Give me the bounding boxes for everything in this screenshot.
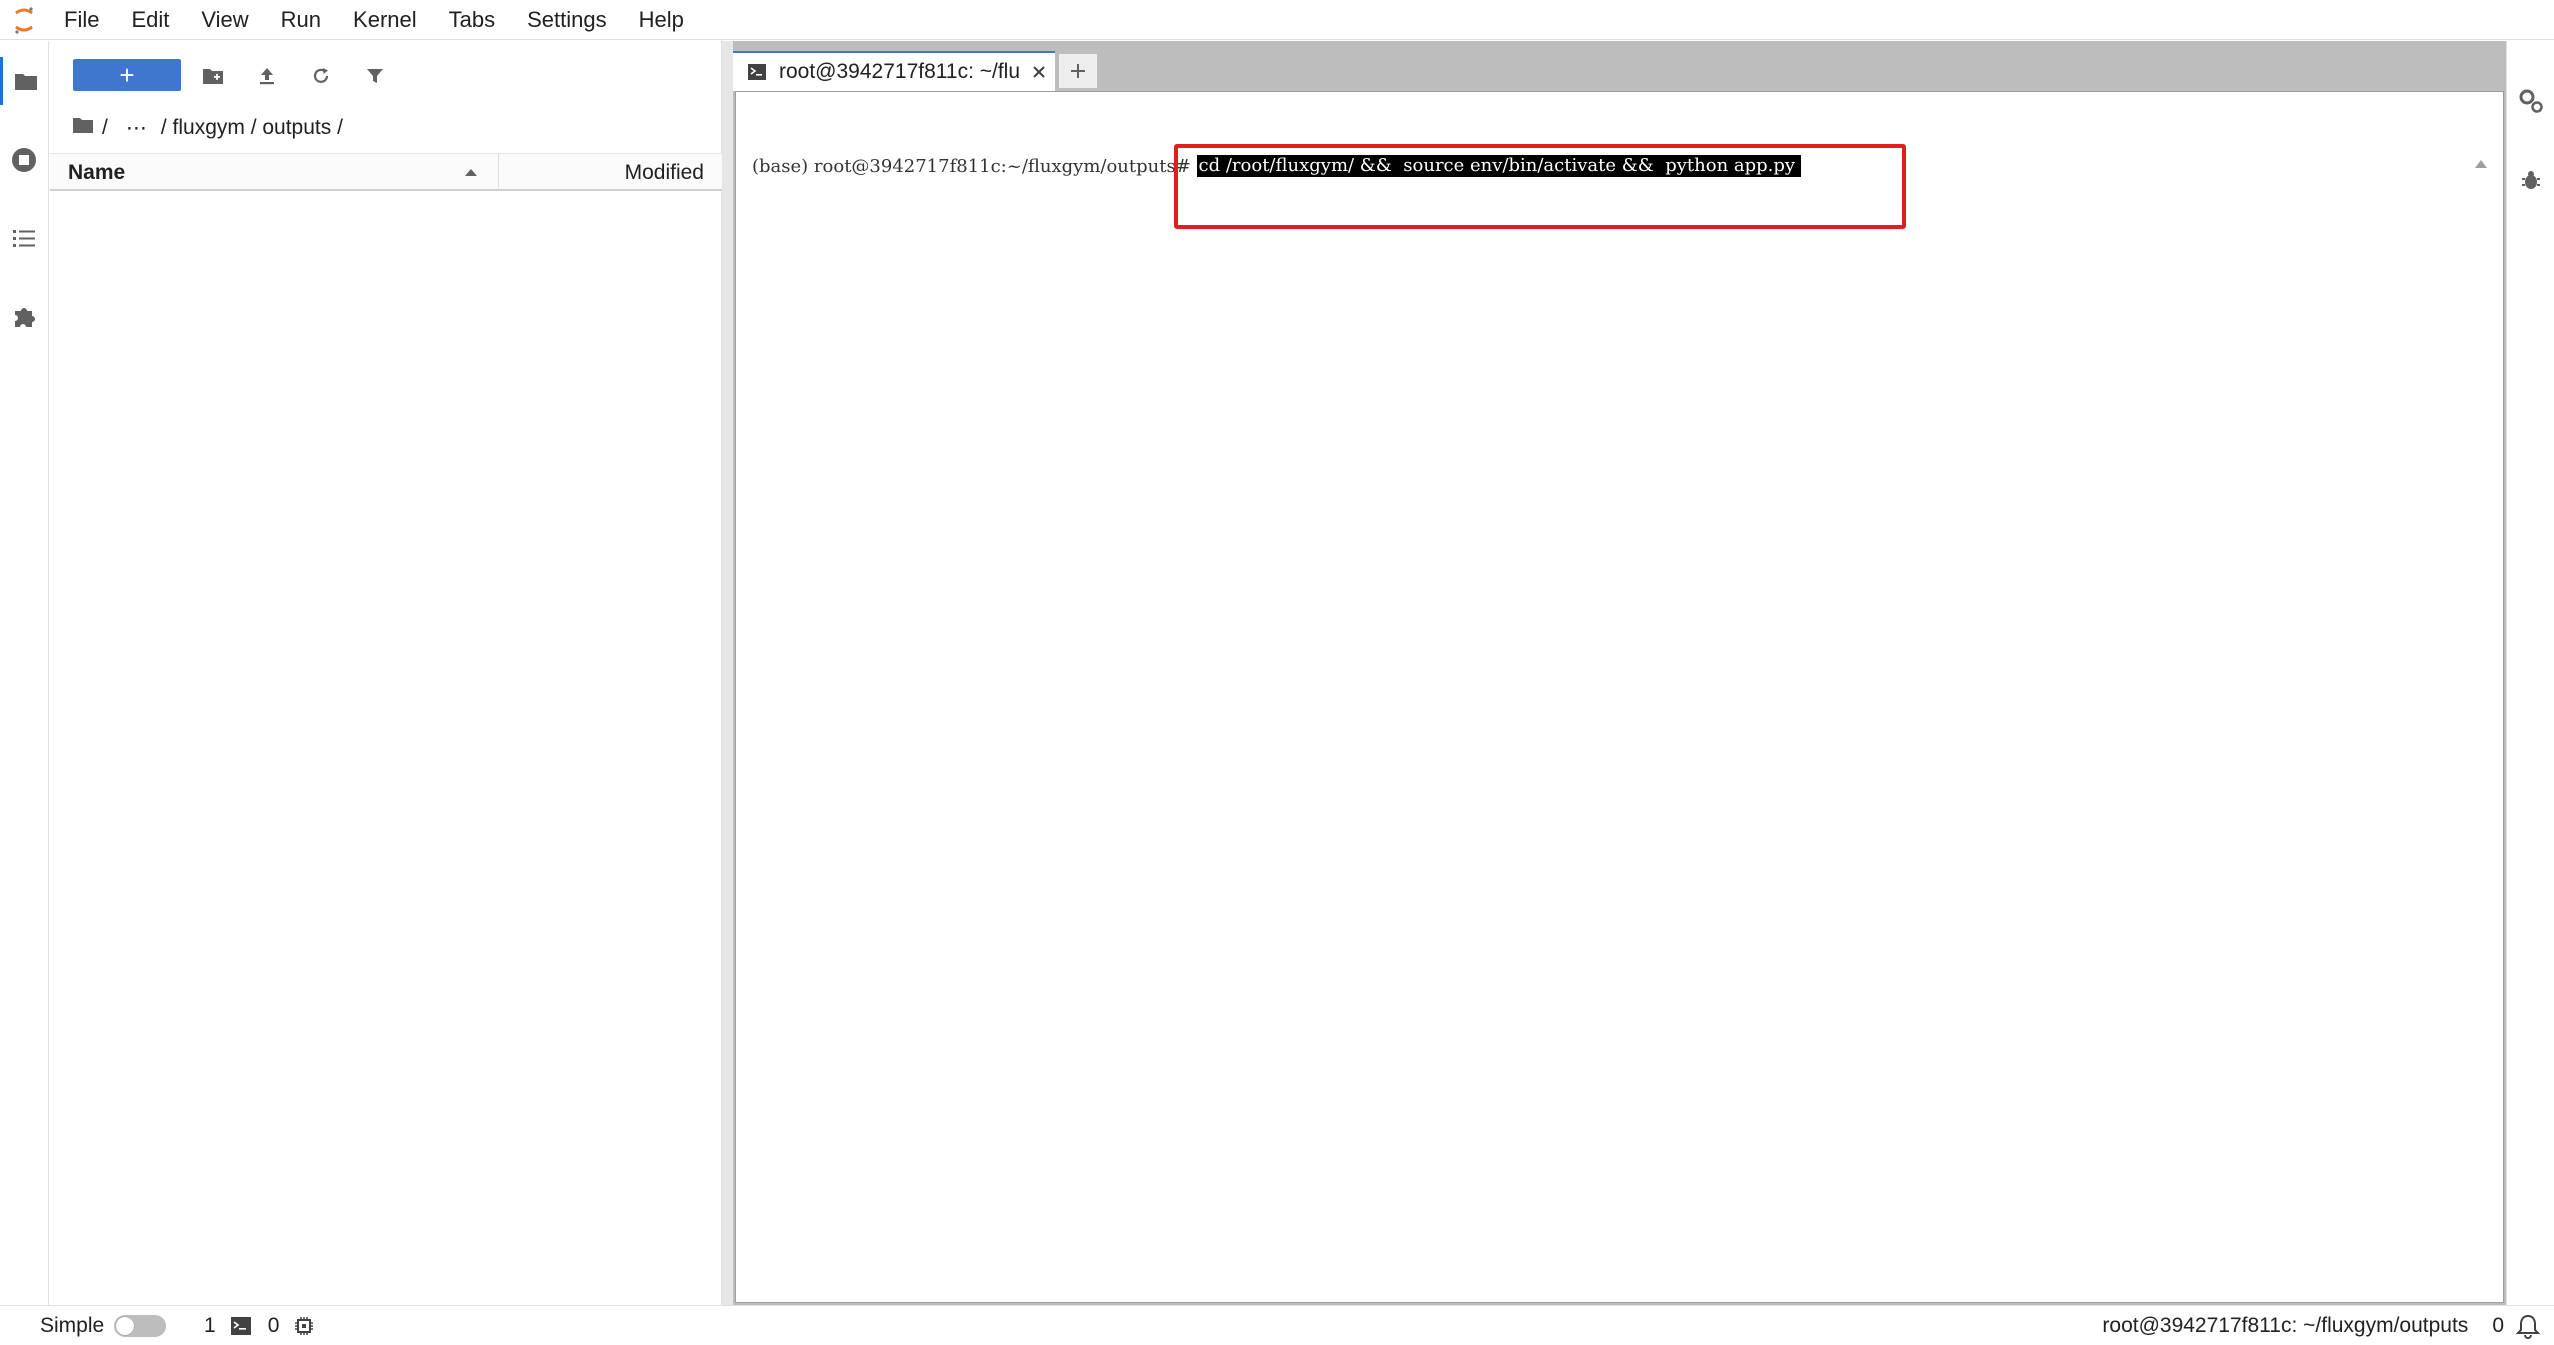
menu-view[interactable]: View (185, 0, 264, 40)
simple-mode: Simple (40, 1306, 167, 1345)
menu-file[interactable]: File (48, 0, 115, 40)
breadcrumb-path[interactable]: / fluxgym / outputs / (161, 116, 343, 140)
table-of-contents-icon[interactable] (0, 214, 48, 262)
file-browser-toolbar: + (50, 59, 722, 95)
extension-icon[interactable] (0, 293, 48, 341)
folder-icon[interactable] (0, 57, 48, 105)
new-folder-icon[interactable] (198, 61, 228, 91)
new-launcher-button[interactable]: + (73, 59, 181, 91)
current-path[interactable]: root@3942717f811c: ~/fluxgym/outputs (2102, 1314, 2468, 1338)
terminal-icon (747, 62, 767, 82)
file-list-header: Name Modified (50, 153, 722, 191)
terminal-panel[interactable]: (base) root@3942717f811c:~/fluxgym/outpu… (735, 91, 2504, 1322)
file-browser: + / ⋯ / fluxgym / outputs / Name Modifie… (50, 41, 722, 1305)
scroll-up-arrow-icon[interactable] (2473, 156, 2489, 172)
menu-help[interactable]: Help (623, 0, 700, 40)
notifications-count: 0 (2492, 1314, 2504, 1337)
refresh-icon[interactable] (306, 61, 336, 91)
menu-settings[interactable]: Settings (511, 0, 623, 40)
debugger-icon[interactable] (2507, 156, 2554, 204)
simple-mode-toggle[interactable] (114, 1315, 167, 1337)
filter-icon[interactable] (360, 61, 390, 91)
highlight-annotation-box (1174, 144, 1906, 229)
property-inspector-icon[interactable] (2507, 77, 2554, 125)
left-sidebar (0, 41, 49, 1305)
upload-icon[interactable] (252, 61, 282, 91)
terminal-prompt: (base) root@3942717f811c:~/fluxgym/outpu… (752, 155, 1197, 177)
jupyter-logo-icon (0, 0, 48, 40)
menu-tabs[interactable]: Tabs (433, 0, 511, 40)
sort-ascending-icon[interactable] (462, 164, 480, 182)
breadcrumb: / ⋯ / fluxgym / outputs / (72, 113, 343, 143)
kernels-count: 0 (267, 1314, 280, 1337)
breadcrumb-home-folder-icon[interactable] (72, 116, 94, 140)
column-modified-header[interactable]: Modified (625, 154, 704, 190)
panel-splitter[interactable] (722, 41, 733, 1305)
add-tab-button[interactable] (1059, 54, 1097, 88)
close-icon[interactable] (1027, 60, 1051, 84)
column-divider[interactable] (498, 154, 499, 190)
tab-terminal[interactable]: root@3942717f811c: ~/flu (733, 51, 1055, 91)
simple-mode-label: Simple (40, 1314, 105, 1337)
column-name-header[interactable]: Name (68, 154, 125, 190)
running-sessions-icon[interactable] (0, 136, 48, 184)
terminals-count: 1 (204, 1314, 216, 1337)
tab-terminal-label: root@3942717f811c: ~/flu (779, 60, 1021, 83)
kernel-status-icon (293, 1315, 315, 1337)
right-sidebar (2506, 41, 2554, 1305)
breadcrumb-root[interactable]: / (102, 116, 108, 140)
menu-edit[interactable]: Edit (115, 0, 185, 40)
terminal-sessions-status[interactable]: 1 0 (204, 1306, 315, 1345)
status-right: root@3942717f811c: ~/fluxgym/outputs 0 (1994, 1306, 2554, 1345)
status-bar: Simple 1 0 root@3942717f811c: ~/fluxgym/… (0, 1305, 2554, 1345)
breadcrumb-ellipsis[interactable]: ⋯ (126, 116, 147, 141)
tab-bar: root@3942717f811c: ~/flu (733, 41, 2506, 91)
main-dock-area: root@3942717f811c: ~/flu (base) root@394… (733, 41, 2506, 1322)
plus-icon (1071, 64, 1085, 78)
terminal-status-icon (230, 1315, 252, 1337)
menu-run[interactable]: Run (265, 0, 337, 40)
bell-icon[interactable] (2516, 1313, 2540, 1339)
menu-kernel[interactable]: Kernel (337, 0, 433, 40)
menu-bar: File Edit View Run Kernel Tabs Settings … (0, 0, 2554, 40)
